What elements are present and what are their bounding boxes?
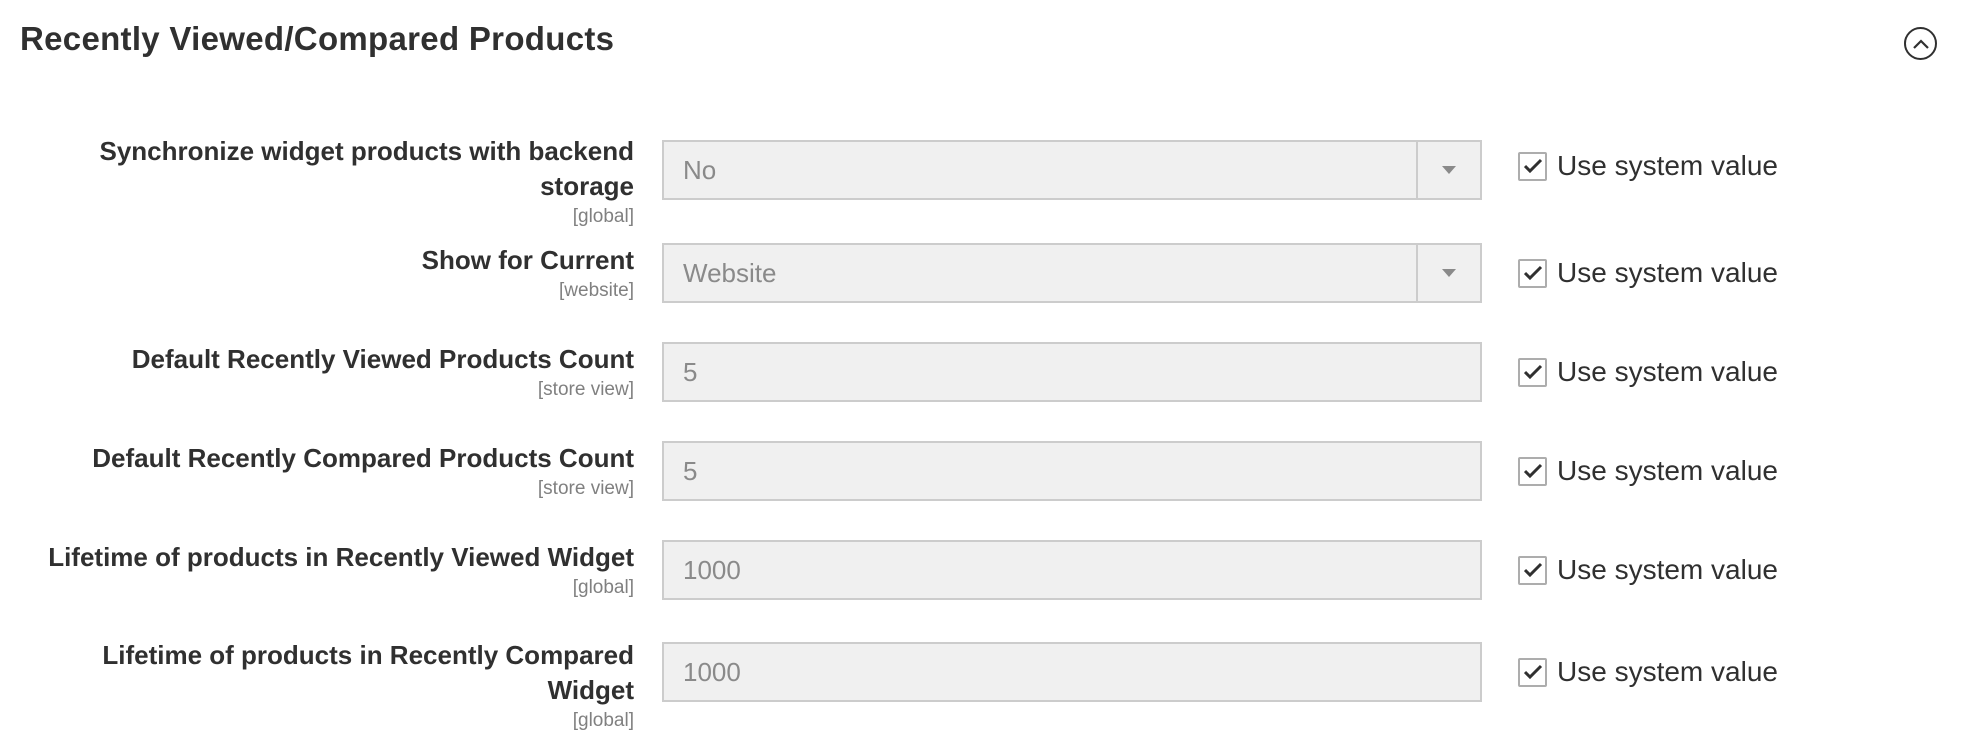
checkmark-icon[interactable] <box>1518 657 1547 687</box>
field-label: Synchronize widget products with backend… <box>0 134 634 229</box>
use-system-value-checkbox[interactable]: Use system value <box>1518 455 1778 487</box>
use-system-value-label: Use system value <box>1557 554 1778 585</box>
use-system-value-label: Use system value <box>1557 356 1778 387</box>
use-system-value-label: Use system value <box>1557 150 1778 181</box>
select-value: Website <box>683 257 777 288</box>
recently-viewed-count-input[interactable]: 5 <box>662 342 1482 402</box>
field-label-text: Default Recently Compared Products Count <box>92 443 634 473</box>
show-for-current-select[interactable]: Website <box>662 243 1482 303</box>
collapse-section-button[interactable] <box>1904 27 1937 60</box>
synchronize-widget-select[interactable]: No <box>662 140 1482 200</box>
use-system-value-label: Use system value <box>1557 656 1778 687</box>
field-label-text: Default Recently Viewed Products Count <box>131 344 634 374</box>
checkmark-icon[interactable] <box>1518 357 1547 387</box>
use-system-value-checkbox[interactable]: Use system value <box>1518 150 1778 182</box>
recently-compared-count-input[interactable]: 5 <box>662 441 1482 501</box>
input-value: 1000 <box>683 656 741 687</box>
checkmark-icon[interactable] <box>1518 555 1547 585</box>
field-label: Default Recently Viewed Products Count [… <box>0 342 634 402</box>
use-system-value-checkbox[interactable]: Use system value <box>1518 656 1778 688</box>
field-label: Lifetime of products in Recently Compare… <box>0 638 634 733</box>
caret-down-icon[interactable] <box>1416 245 1480 301</box>
section-title: Recently Viewed/Compared Products <box>20 20 615 57</box>
field-label-text-line2: Widget <box>547 675 634 705</box>
field-scope: [global] <box>572 710 634 731</box>
use-system-value-checkbox[interactable]: Use system value <box>1518 554 1778 586</box>
field-label: Default Recently Compared Products Count… <box>0 441 634 501</box>
input-value: 5 <box>683 455 698 486</box>
use-system-value-label: Use system value <box>1557 455 1778 486</box>
field-label-text: Lifetime of products in Recently Compare… <box>102 640 634 670</box>
caret-down-icon[interactable] <box>1416 142 1480 198</box>
field-label: Show for Current [website] <box>0 243 634 303</box>
input-value: 1000 <box>683 554 741 585</box>
lifetime-compared-input[interactable]: 1000 <box>662 642 1482 702</box>
field-scope: [store view] <box>537 478 634 499</box>
field-label-text-line2: storage <box>540 171 634 201</box>
checkmark-icon[interactable] <box>1518 151 1547 181</box>
field-scope: [store view] <box>537 379 634 400</box>
select-value: No <box>683 154 717 185</box>
lifetime-viewed-input[interactable]: 1000 <box>662 540 1482 600</box>
input-value: 5 <box>683 356 698 387</box>
use-system-value-label: Use system value <box>1557 257 1778 288</box>
field-label-text: Synchronize widget products with backend <box>99 136 634 166</box>
chevron-up-icon <box>1912 38 1929 49</box>
field-scope: [global] <box>572 577 634 598</box>
field-label-text: Lifetime of products in Recently Viewed … <box>48 542 634 572</box>
field-label-text: Show for Current <box>421 245 634 275</box>
field-label: Lifetime of products in Recently Viewed … <box>0 540 634 600</box>
checkmark-icon[interactable] <box>1518 456 1547 486</box>
checkmark-icon[interactable] <box>1518 258 1547 288</box>
use-system-value-checkbox[interactable]: Use system value <box>1518 356 1778 388</box>
field-scope: [global] <box>572 206 634 227</box>
field-scope: [website] <box>559 280 634 301</box>
use-system-value-checkbox[interactable]: Use system value <box>1518 257 1778 289</box>
